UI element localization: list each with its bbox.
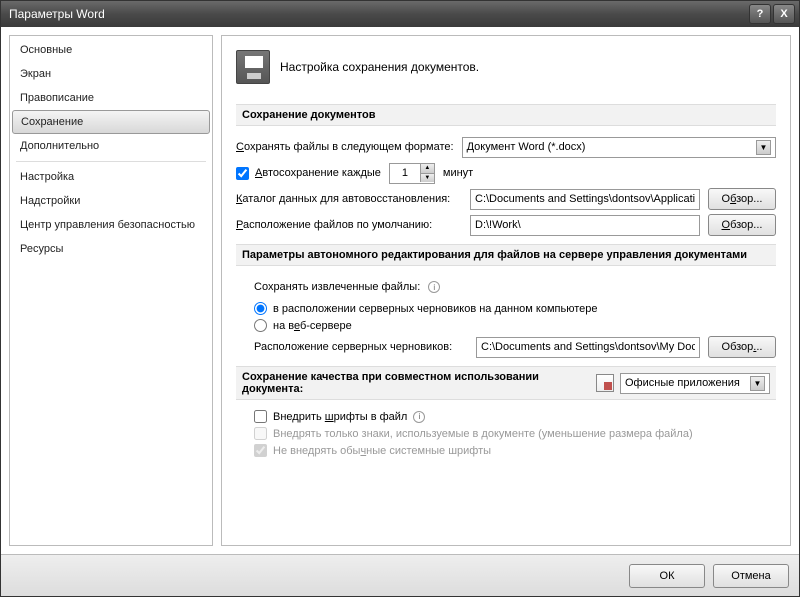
sidebar-item-display[interactable]: Экран: [10, 62, 212, 86]
dialog-window: Параметры Word ? X Основные Экран Правоп…: [0, 0, 800, 597]
sidebar-item-addins[interactable]: Надстройки: [10, 189, 212, 213]
browse-drafts-button[interactable]: Обзор...: [708, 336, 776, 358]
radio-server-drafts-local[interactable]: в расположении серверных черновиков на д…: [254, 300, 776, 317]
label-autorecover-path: Каталог данных для автовосстановления:: [236, 193, 462, 205]
combo-quality-target[interactable]: Офисные приложения ▼: [620, 373, 770, 394]
page-subtitle: Настройка сохранения документов.: [280, 60, 479, 74]
checkbox-embed-only-used: Внедрять только знаки, используемые в до…: [254, 425, 776, 442]
title-bar: Параметры Word ? X: [1, 1, 799, 27]
info-icon[interactable]: i: [428, 281, 440, 293]
ok-button[interactable]: ОК: [629, 564, 705, 588]
info-icon[interactable]: i: [413, 411, 425, 423]
chevron-down-icon: ▼: [750, 376, 765, 391]
settings-panel: Настройка сохранения документов. Сохране…: [221, 35, 791, 546]
chevron-down-icon: ▼: [756, 140, 771, 155]
radio-web-server[interactable]: на веб-сервере: [254, 317, 776, 334]
input-autorecover-path[interactable]: [470, 189, 700, 210]
checkbox-autosave[interactable]: Автосохранение каждые: [236, 165, 381, 182]
category-sidebar: Основные Экран Правописание Сохранение Д…: [9, 35, 213, 546]
document-icon: [596, 374, 614, 392]
cancel-button[interactable]: Отмена: [713, 564, 789, 588]
browse-default-location-button[interactable]: Обзор...: [708, 214, 776, 236]
spinner-autosave-interval[interactable]: ▲ ▼: [389, 163, 435, 184]
group-preserve-quality: Сохранение качества при совместном испол…: [236, 366, 776, 400]
spinner-down-icon[interactable]: ▼: [420, 173, 434, 182]
combo-save-format[interactable]: Документ Word (*.docx) ▼: [462, 137, 776, 158]
help-button[interactable]: ?: [749, 4, 771, 24]
sidebar-item-save[interactable]: Сохранение: [12, 110, 210, 134]
group-offline-editing: Параметры автономного редактирования для…: [236, 244, 776, 266]
sidebar-item-general[interactable]: Основные: [10, 38, 212, 62]
dialog-footer: ОК Отмена: [1, 554, 799, 596]
label-default-location: Расположение файлов по умолчанию:: [236, 219, 462, 231]
sidebar-item-trust-center[interactable]: Центр управления безопасностью: [10, 213, 212, 237]
sidebar-item-advanced[interactable]: Дополнительно: [10, 134, 212, 158]
sidebar-item-resources[interactable]: Ресурсы: [10, 237, 212, 261]
input-drafts-location[interactable]: [476, 337, 700, 358]
label-save-checked-out: Сохранять извлеченные файлы:: [254, 281, 420, 293]
checkbox-no-system-fonts: Не внедрять обычные системные шрифты: [254, 442, 776, 459]
group-save-documents: Сохранение документов: [236, 104, 776, 126]
browse-autorecover-button[interactable]: Обзор...: [708, 188, 776, 210]
close-button[interactable]: X: [773, 4, 795, 24]
label-minutes: минут: [443, 167, 473, 179]
window-title: Параметры Word: [9, 7, 747, 21]
sidebar-item-proofing[interactable]: Правописание: [10, 86, 212, 110]
label-drafts-location: Расположение серверных черновиков:: [254, 341, 468, 353]
input-default-location[interactable]: [470, 215, 700, 236]
checkbox-embed-fonts[interactable]: Внедрить шрифты в файл i: [254, 408, 776, 425]
label-save-format: Сохранять файлы в следующем формате:: [236, 141, 454, 153]
save-floppy-icon: [236, 50, 270, 84]
spinner-up-icon[interactable]: ▲: [420, 164, 434, 173]
sidebar-separator: [16, 161, 206, 162]
sidebar-item-customize[interactable]: Настройка: [10, 165, 212, 189]
